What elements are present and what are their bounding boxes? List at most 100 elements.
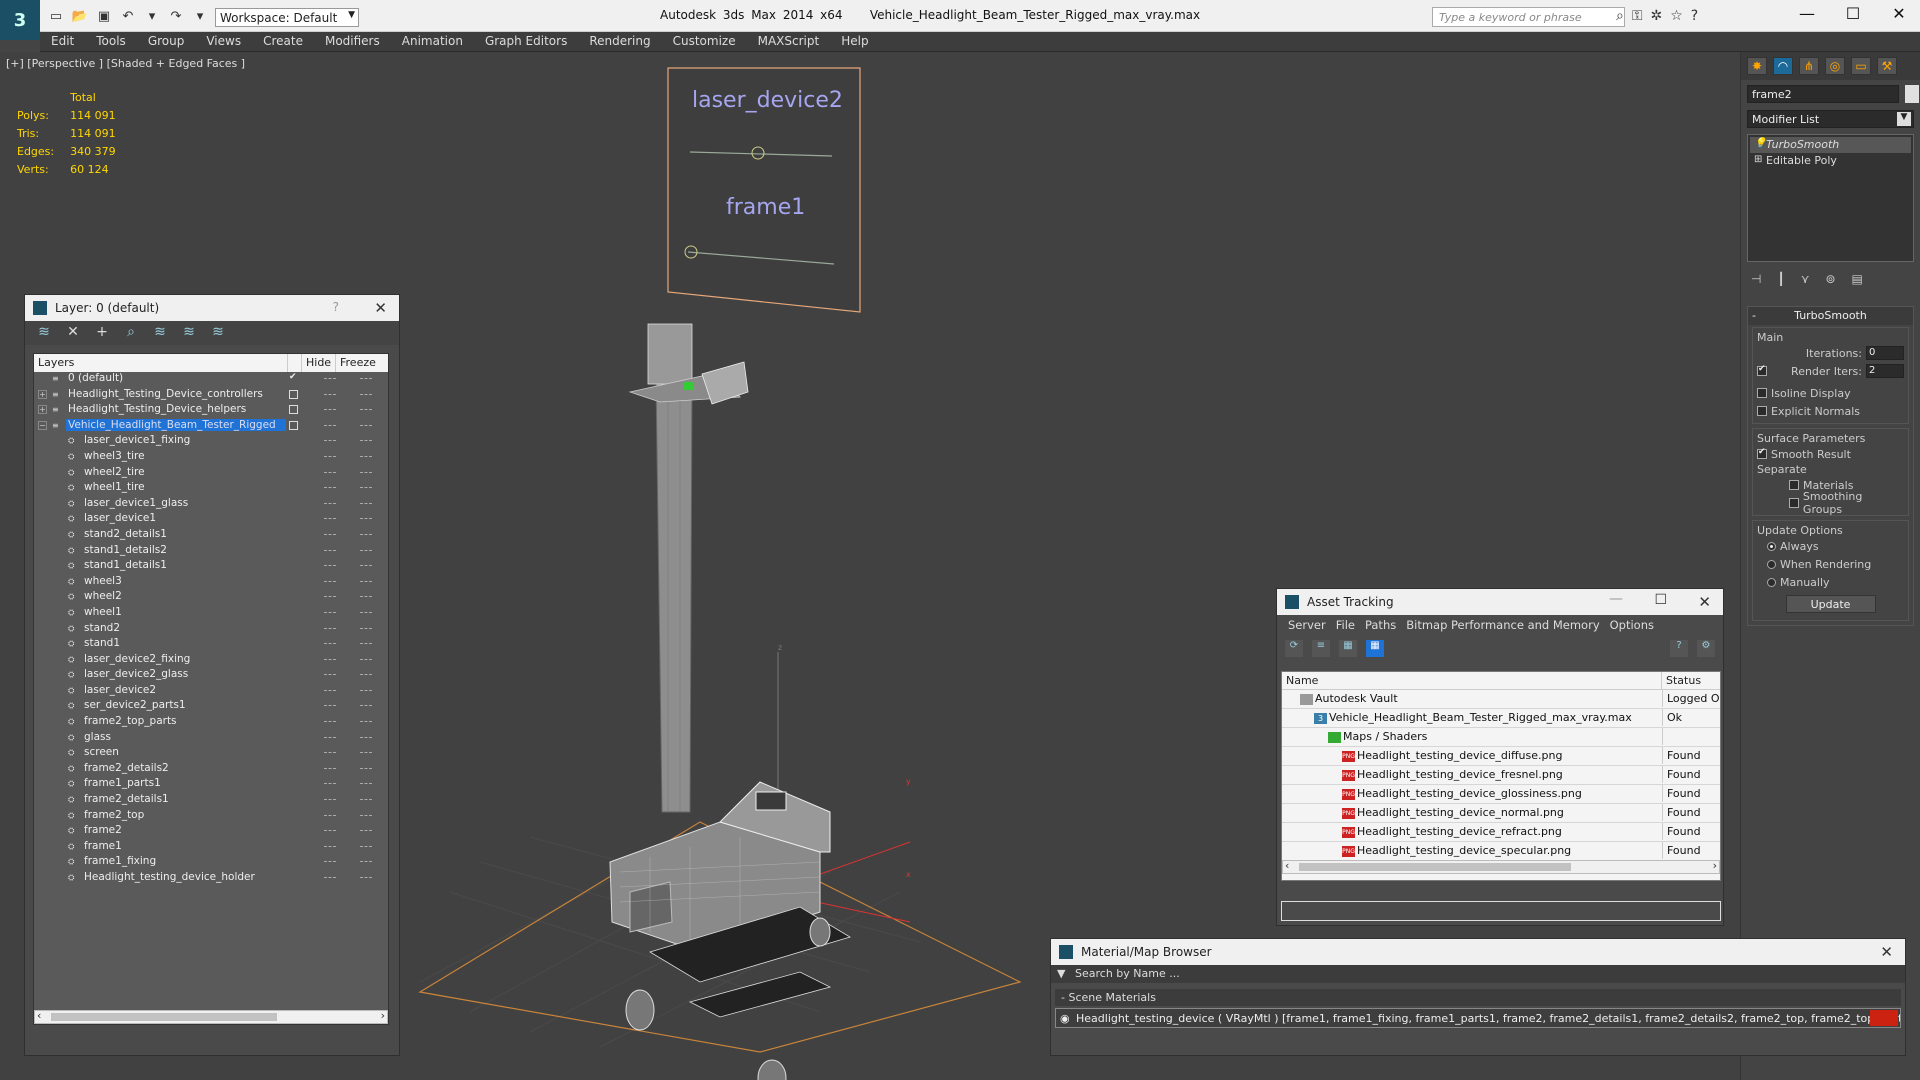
laser-device-1[interactable] — [647, 323, 693, 385]
undo-dropdown-icon[interactable]: ▾ — [142, 7, 162, 25]
layer-row[interactable]: ⛭ frame1 — [34, 840, 388, 856]
layer-row[interactable]: ⛭ stand2_details1 — [34, 528, 388, 544]
expand-icon[interactable]: ⊞ — [1754, 154, 1762, 165]
hide-toggle[interactable] — [324, 471, 336, 474]
layer-row[interactable]: ⛭ laser_device1_glass — [34, 497, 388, 513]
asset-menu-file[interactable]: File — [1331, 618, 1360, 634]
scene-materials-section[interactable]: - Scene Materials — [1055, 989, 1901, 1006]
freeze-toggle[interactable] — [360, 736, 372, 739]
asset-row[interactable]: PNG Headlight_testing_device_diffuse.png F… — [1282, 747, 1720, 766]
freeze-toggle[interactable] — [360, 861, 372, 863]
explicit-normals-checkbox[interactable] — [1757, 406, 1767, 416]
hierarchy-tab-icon[interactable]: ⋔ — [1799, 57, 1819, 75]
close-icon[interactable]: ✕ — [1876, 4, 1920, 23]
layer-window-titlebar[interactable]: Layer: 0 (default) ? ✕ — [25, 295, 399, 321]
close-icon[interactable]: ✕ — [374, 299, 387, 317]
materials-checkbox[interactable] — [1789, 480, 1799, 490]
configure-sets-icon[interactable]: ▤ — [1852, 272, 1863, 288]
highlight-layer-icon[interactable]: ≋ — [151, 324, 169, 342]
freeze-toggle[interactable] — [360, 674, 372, 676]
layer-row[interactable]: ≡ 0 (default) ✔ — [34, 372, 388, 388]
hide-toggle[interactable] — [324, 596, 336, 598]
scroll-left-icon[interactable]: ‹ — [1285, 859, 1289, 872]
expand-icon[interactable]: + — [38, 389, 47, 399]
undo-icon[interactable]: ↶ — [118, 7, 138, 25]
menu-customize[interactable]: Customize — [662, 32, 747, 51]
layer-row[interactable]: ⛭ frame2_details1 — [34, 793, 388, 809]
hide-toggle[interactable] — [324, 767, 336, 770]
layer-row[interactable]: ⛭ frame2 — [34, 824, 388, 840]
set-current-layer-box[interactable] — [289, 420, 298, 430]
freeze-toggle[interactable] — [360, 533, 372, 536]
help-icon[interactable]: ? — [333, 300, 339, 314]
redo-dropdown-icon[interactable]: ▾ — [190, 7, 210, 25]
hide-toggle[interactable] — [324, 689, 336, 692]
asset-row[interactable]: PNG Headlight_testing_device_glossiness.p… — [1282, 785, 1720, 804]
hide-toggle[interactable] — [324, 378, 336, 380]
rollout-header[interactable]: - TurboSmooth — [1748, 307, 1913, 325]
asset-menu-bitmap[interactable]: Bitmap Performance and Memory — [1401, 618, 1604, 634]
layer-row[interactable]: ⛭ wheel2 — [34, 590, 388, 606]
layer-row[interactable]: ⛭ Headlight_testing_device_holder — [34, 871, 388, 887]
freeze-toggle[interactable] — [360, 705, 372, 707]
stack-item-turbosmooth[interactable]: 💡 TurboSmooth — [1750, 137, 1911, 153]
close-icon[interactable]: ✕ — [1880, 943, 1893, 961]
motion-tab-icon[interactable]: ◎ — [1825, 57, 1845, 75]
layer-row[interactable]: ⛭ frame2_top_parts — [34, 715, 388, 731]
col-freeze[interactable]: Freeze — [336, 354, 376, 372]
collapse-icon[interactable]: − — [38, 420, 47, 430]
settings-icon[interactable]: ⚙ — [1697, 640, 1715, 657]
scroll-thumb[interactable] — [1299, 863, 1571, 871]
menu-group[interactable]: Group — [137, 32, 196, 51]
set-current-layer-box[interactable] — [289, 405, 298, 415]
freeze-toggle[interactable] — [360, 627, 372, 630]
material-item[interactable]: ◉ Headlight_testing_device ( VRayMtl ) [… — [1055, 1008, 1901, 1028]
freeze-toggle[interactable] — [360, 643, 372, 645]
manually-radio[interactable] — [1767, 577, 1776, 587]
layer-row[interactable]: ⛭ stand1_details1 — [34, 559, 388, 575]
open-file-icon[interactable]: 📂 — [70, 7, 90, 25]
board-label-laser-device2[interactable]: laser_device2 — [692, 88, 843, 113]
menu-maxscript[interactable]: MAXScript — [747, 32, 831, 51]
hide-toggle[interactable] — [324, 424, 336, 427]
workspace-dropdown[interactable]: Workspace: Default ▼ — [215, 8, 359, 27]
select-objects-icon[interactable]: ⌕ — [122, 324, 140, 342]
isoline-checkbox[interactable] — [1757, 388, 1767, 398]
hide-toggle[interactable] — [324, 705, 336, 707]
display-tab-icon[interactable]: ▭ — [1851, 57, 1871, 75]
modify-tab-icon[interactable]: ◠ — [1773, 57, 1793, 75]
create-tab-icon[interactable]: ✸ — [1747, 57, 1767, 75]
new-file-icon[interactable]: ▭ — [46, 7, 66, 25]
minimize-icon[interactable]: — — [1609, 591, 1623, 607]
asset-menu-server[interactable]: Server — [1283, 618, 1331, 634]
layer-row[interactable]: ⛭ frame1_parts1 — [34, 777, 388, 793]
when-rendering-radio[interactable] — [1767, 559, 1776, 569]
layer-row[interactable]: ⛭ frame1_fixing — [34, 855, 388, 871]
hide-toggle[interactable] — [324, 877, 336, 879]
layer-row[interactable]: + ≡ Headlight_Testing_Device_controllers — [34, 388, 388, 404]
freeze-toggle[interactable] — [360, 877, 372, 879]
layer-row[interactable]: ⛭ frame2_details2 — [34, 762, 388, 778]
hide-toggle[interactable] — [324, 580, 336, 583]
hide-toggle[interactable] — [324, 487, 336, 489]
layer-row[interactable]: ⛭ ser_device2_parts1 — [34, 699, 388, 715]
hide-toggle[interactable] — [324, 845, 336, 848]
help-icon[interactable]: ? — [1670, 640, 1688, 657]
hide-toggle[interactable] — [324, 752, 336, 754]
create-layer-icon[interactable]: ≋ — [35, 324, 53, 342]
communication-icon[interactable]: ✲ — [1651, 8, 1663, 24]
smooth-result-checkbox[interactable] — [1757, 447, 1767, 459]
iterations-spinner[interactable]: 0 — [1866, 346, 1904, 360]
favorites-star-icon[interactable]: ☆ — [1670, 8, 1683, 24]
layer-row[interactable]: ⛭ laser_device1_fixing — [34, 434, 388, 450]
freeze-toggle[interactable] — [360, 487, 372, 489]
hide-toggle[interactable] — [324, 440, 336, 442]
layer-row[interactable]: ⛭ wheel3_tire — [34, 450, 388, 466]
layer-row[interactable]: ⛭ wheel2_tire — [34, 466, 388, 482]
layer-row[interactable]: ⛭ laser_device1 — [34, 512, 388, 528]
freeze-toggle[interactable] — [360, 845, 372, 848]
hide-toggle[interactable] — [324, 830, 336, 832]
menu-graph-editors[interactable]: Graph Editors — [474, 32, 578, 51]
hide-toggle[interactable] — [324, 549, 336, 552]
modifier-list-dropdown[interactable]: Modifier List ▼ — [1747, 110, 1914, 128]
